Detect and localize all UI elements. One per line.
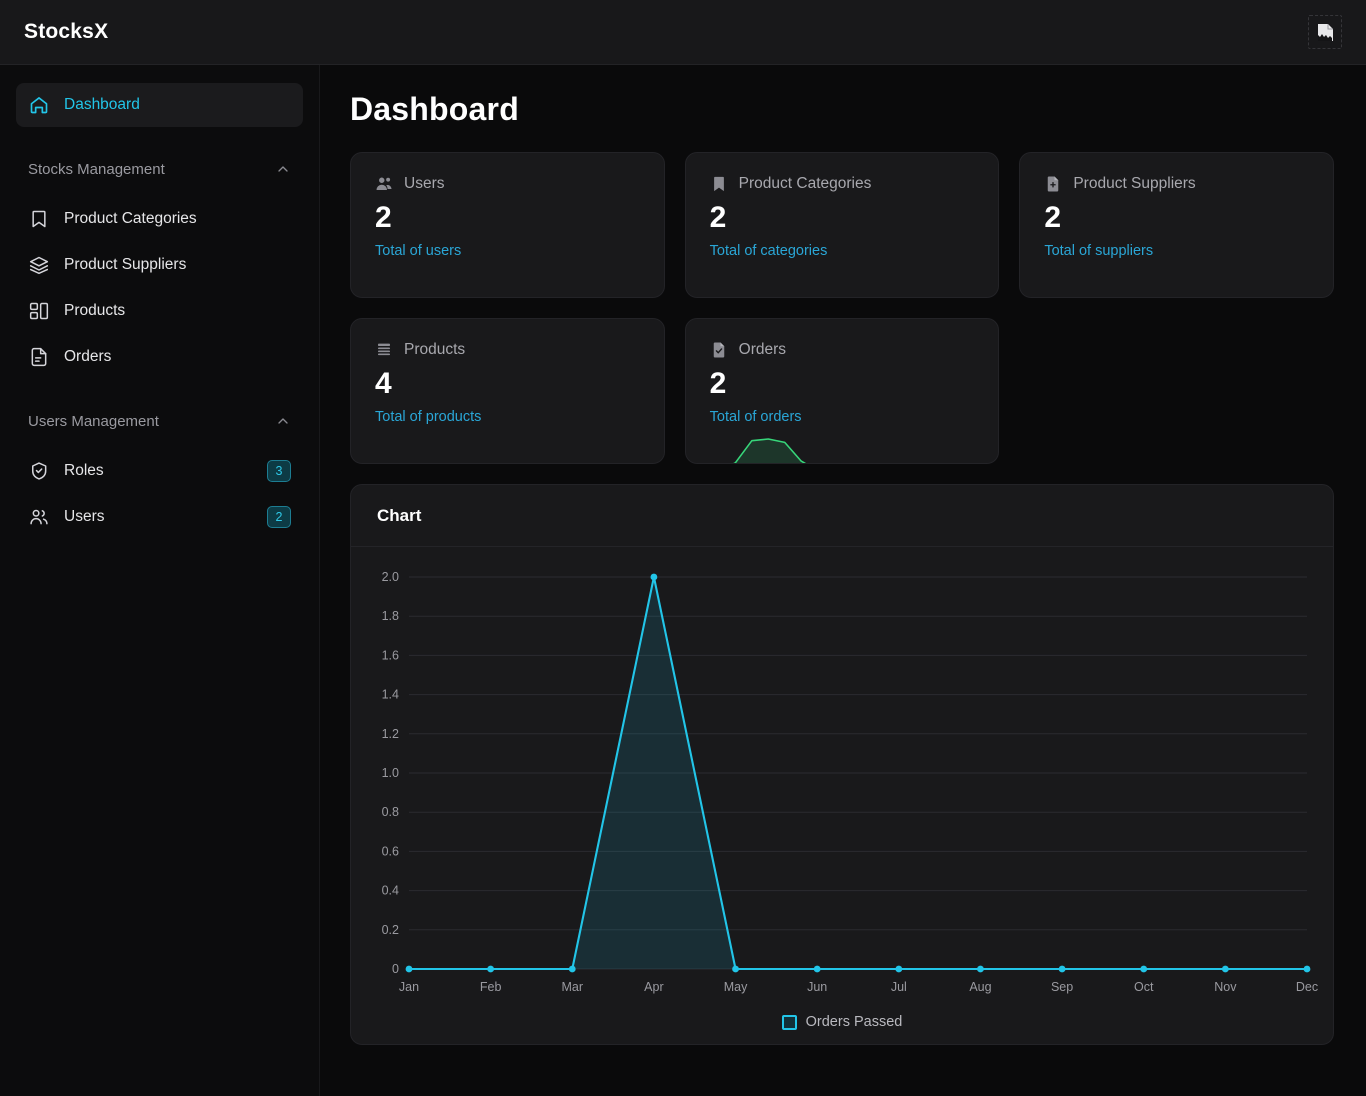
chart-legend: Orders Passed (361, 1014, 1323, 1030)
sidebar-item-orders[interactable]: Orders (16, 335, 303, 379)
layers-icon (28, 254, 50, 276)
users-icon (375, 175, 393, 193)
sidebar-item-roles[interactable]: Roles 3 (16, 449, 303, 493)
svg-text:1.6: 1.6 (382, 648, 399, 662)
svg-text:1.4: 1.4 (382, 688, 399, 702)
sidebar-item-product-suppliers[interactable]: Product Suppliers (16, 243, 303, 287)
broken-image-glyph (1317, 23, 1333, 41)
svg-text:Oct: Oct (1134, 980, 1154, 994)
chevron-up-icon (275, 413, 291, 429)
sidebar-group-users-management[interactable]: Users Management (16, 401, 303, 441)
stat-card-value: 2 (1044, 201, 1062, 234)
stat-card-product-suppliers[interactable]: Product Suppliers 2 Total of suppliers (1019, 152, 1334, 298)
svg-text:0.6: 0.6 (382, 844, 399, 858)
sidebar-item-users[interactable]: Users 2 (16, 495, 303, 539)
sidebar-group-stocks-management[interactable]: Stocks Management (16, 149, 303, 189)
stat-cards-grid: Users 2 Total of users Product Categorie… (350, 152, 1334, 464)
app-brand: StocksX (24, 20, 109, 43)
stat-card-orders[interactable]: Orders 2 Total of orders (684, 318, 1000, 464)
shield-check-icon (28, 460, 50, 482)
stat-card-header: Users (375, 175, 640, 193)
stat-card-title: Orders (738, 341, 787, 358)
stat-card-title: Products (404, 341, 466, 358)
top-bar: StocksX (0, 0, 1366, 65)
topbar-right-group (1308, 15, 1342, 49)
stat-card-product-categories[interactable]: Product Categories 2 Total of categories (684, 152, 1000, 298)
chart-panel: Chart 0 0.2 0.4 0.6 0.8 1.0 1.2 1.4 1.6 1.8 2.0 Jan… (350, 484, 1334, 1045)
stat-card-subtitle: Total of products (375, 408, 482, 425)
svg-text:Apr: Apr (644, 980, 663, 994)
stat-card-products[interactable]: Products 4 Total of products (350, 318, 665, 464)
svg-text:Jul: Jul (891, 980, 907, 994)
sidebar-item-label: Product Suppliers (64, 256, 187, 273)
svg-text:Aug: Aug (969, 980, 991, 994)
file-plus-icon (1044, 175, 1062, 193)
stat-card-header: Products (375, 341, 640, 359)
main-content: Dashboard Users 2 Total of users Product… (320, 65, 1366, 1096)
sidebar: Dashboard Stocks Management Product Cate… (0, 65, 320, 1096)
orders-sparkline (732, 438, 806, 463)
stat-card-users[interactable]: Users 2 Total of users (350, 152, 665, 298)
sidebar-item-label: Users (64, 508, 105, 525)
stat-card-value: 2 (375, 201, 392, 234)
svg-text:2.0: 2.0 (382, 570, 399, 584)
svg-text:0: 0 (392, 962, 399, 976)
stat-card-title: Product Categories (738, 175, 872, 192)
chart-panel-title: Chart (351, 485, 1333, 547)
svg-text:0.8: 0.8 (382, 805, 399, 819)
stat-card-subtitle: Total of suppliers (1044, 242, 1154, 259)
svg-text:0.2: 0.2 (382, 923, 399, 937)
svg-text:1.0: 1.0 (382, 766, 399, 780)
sidebar-item-label: Dashboard (64, 96, 140, 113)
sidebar-badge-users: 2 (267, 506, 291, 528)
sidebar-group-label: Stocks Management (28, 160, 165, 178)
svg-text:Mar: Mar (562, 980, 584, 994)
sidebar-item-label: Roles (64, 462, 104, 479)
bookmark-filled-icon (710, 175, 728, 193)
stat-card-header: Product Categories (710, 175, 975, 193)
sidebar-item-label: Orders (64, 348, 112, 365)
stat-card-title: Product Suppliers (1073, 175, 1196, 192)
svg-text:Sep: Sep (1051, 980, 1073, 994)
layers-filled-icon (375, 341, 393, 359)
sidebar-item-products[interactable]: Products (16, 289, 303, 333)
svg-text:Dec: Dec (1296, 980, 1318, 994)
svg-text:Jun: Jun (807, 980, 827, 994)
bookmark-icon (28, 208, 50, 230)
page-title: Dashboard (350, 91, 519, 127)
sidebar-badge-roles: 3 (267, 460, 291, 482)
sidebar-group-label: Users Management (28, 412, 159, 430)
sidebar-item-label: Product Categories (64, 210, 197, 227)
stat-card-value: 2 (709, 201, 727, 234)
sidebar-item-label: Products (64, 302, 126, 319)
svg-text:1.8: 1.8 (382, 609, 399, 623)
stat-card-subtitle: Total of orders (709, 408, 802, 425)
stat-card-header: Product Suppliers (1044, 175, 1309, 193)
svg-text:Feb: Feb (480, 980, 502, 994)
stat-card-value: 2 (709, 367, 727, 400)
stat-card-header: Orders (710, 341, 975, 359)
legend-label: Orders Passed (805, 1014, 903, 1030)
legend-swatch-orders-passed[interactable] (781, 1014, 797, 1030)
svg-text:0.4: 0.4 (382, 884, 399, 898)
users-icon (28, 506, 50, 528)
home-icon (28, 94, 50, 116)
sidebar-item-product-categories[interactable]: Product Categories (16, 197, 303, 241)
svg-text:1.2: 1.2 (382, 727, 399, 741)
chevron-up-icon (275, 161, 291, 177)
sidebar-item-dashboard[interactable]: Dashboard (16, 83, 303, 127)
chart-body: 0 0.2 0.4 0.6 0.8 1.0 1.2 1.4 1.6 1.8 2.0 Jan Feb Mar… (351, 547, 1333, 1044)
svg-text:May: May (724, 980, 748, 994)
svg-text:Nov: Nov (1214, 980, 1237, 994)
stat-card-subtitle: Total of categories (709, 242, 828, 259)
file-text-icon (28, 346, 50, 368)
broken-image-icon[interactable] (1308, 15, 1342, 49)
svg-text:Jan: Jan (399, 980, 419, 994)
orders-line-chart[interactable]: 0 0.2 0.4 0.6 0.8 1.0 1.2 1.4 1.6 1.8 2.0 Jan Feb Mar… (361, 563, 1323, 1003)
layout-grid-icon (28, 300, 50, 322)
file-check-icon (710, 341, 728, 359)
stat-card-title: Users (404, 175, 445, 192)
stat-card-subtitle: Total of users (375, 242, 462, 259)
stat-card-value: 4 (375, 367, 392, 400)
